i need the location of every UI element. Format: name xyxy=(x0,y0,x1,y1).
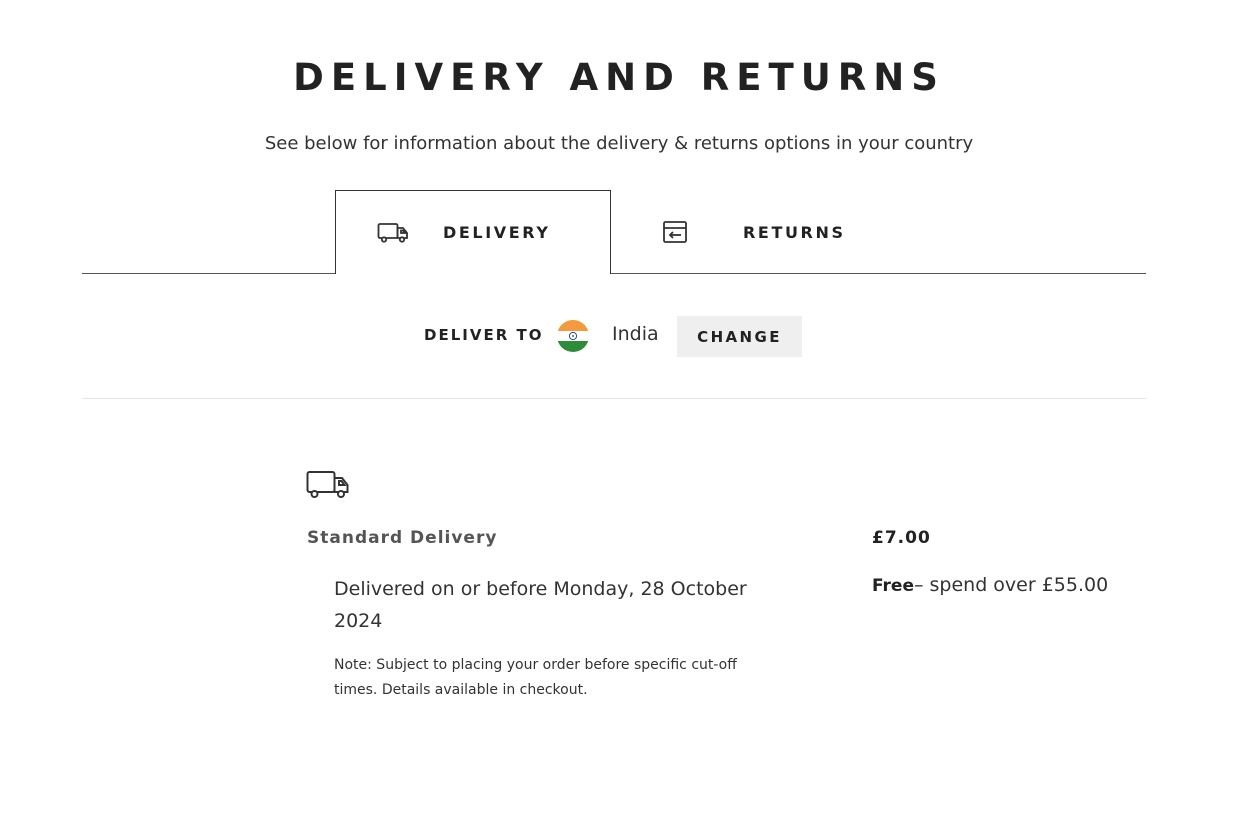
delivery-estimate: Delivered on or before Monday, 28 Octobe… xyxy=(334,578,747,632)
truck-icon xyxy=(377,221,409,245)
deliver-to-label: DELIVER TO xyxy=(424,326,544,344)
free-condition: – spend over £55.00 xyxy=(913,574,1109,596)
delivery-note: Note: Subject to placing your order befo… xyxy=(334,657,737,698)
section-divider xyxy=(82,398,1146,399)
tab-returns[interactable]: RETURNS xyxy=(611,190,871,274)
delivery-option-name: Standard Delivery xyxy=(307,528,498,548)
tab-returns-label: RETURNS xyxy=(743,222,846,242)
return-box-icon xyxy=(659,220,691,244)
free-label: Free xyxy=(872,576,914,596)
deliver-to-row: DELIVER TO India CHANGE xyxy=(0,316,1238,357)
tab-delivery[interactable]: DELIVERY xyxy=(335,190,611,274)
change-country-button[interactable]: CHANGE xyxy=(677,316,802,357)
free-delivery-threshold: Free– spend over £55.00 xyxy=(872,574,1108,596)
page-subtitle: See below for information about the deli… xyxy=(264,133,974,154)
page-title: DELIVERY AND RETURNS xyxy=(293,56,945,99)
india-flag-icon xyxy=(557,318,589,354)
tab-delivery-label: DELIVERY xyxy=(443,223,551,242)
truck-icon xyxy=(306,470,350,500)
country-name: India xyxy=(612,323,659,345)
delivery-price: £7.00 xyxy=(872,528,931,548)
delivery-returns-page: DELIVERY AND RETURNS See below for infor… xyxy=(0,0,1238,824)
